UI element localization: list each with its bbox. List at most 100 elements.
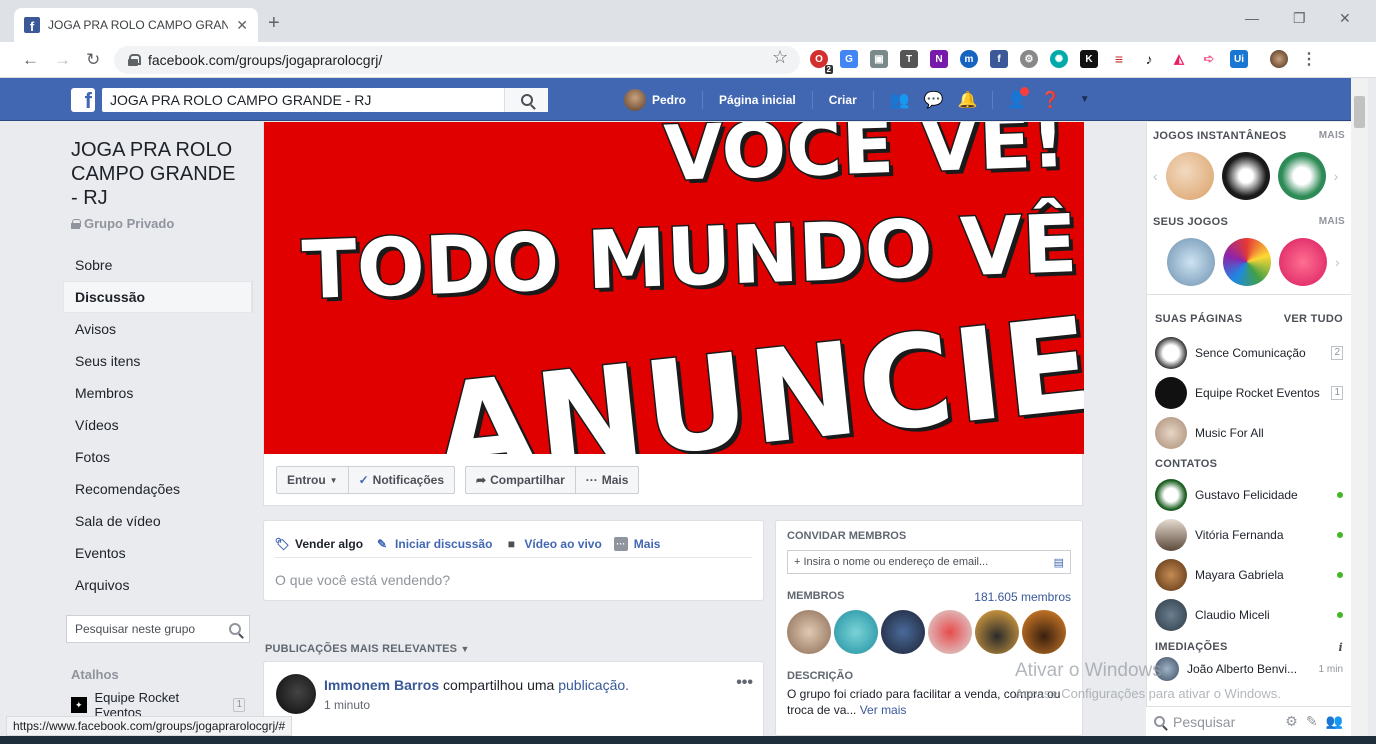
- onenote-icon[interactable]: N: [930, 50, 948, 68]
- extension-icon[interactable]: ≡: [1110, 50, 1128, 68]
- menu-item-discussao[interactable]: Discussão: [63, 281, 253, 313]
- search-button[interactable]: [504, 88, 548, 112]
- contact-list-icon[interactable]: ▤: [1054, 556, 1064, 569]
- menu-item-sala-de-video[interactable]: Sala de vídeo: [63, 505, 253, 537]
- new-tab-button[interactable]: +: [268, 12, 280, 35]
- menu-item-videos[interactable]: Vídeos: [63, 409, 253, 441]
- menu-item-arquivos[interactable]: Arquivos: [63, 569, 253, 601]
- extension-icon[interactable]: ◭: [1170, 50, 1188, 68]
- tab-sell-something[interactable]: 🏷 Vender algo: [274, 530, 363, 558]
- menu-item-membros[interactable]: Membros: [63, 377, 253, 409]
- tab-close-icon[interactable]: ✕: [236, 17, 248, 34]
- quick-help-icon[interactable]: 👤: [1007, 86, 1029, 110]
- extension-icon[interactable]: T: [900, 50, 918, 68]
- post-author[interactable]: Immonem Barros: [324, 677, 439, 693]
- post-options-icon[interactable]: •••: [736, 674, 753, 692]
- extension-icon[interactable]: ▣: [870, 50, 888, 68]
- tab-start-discussion[interactable]: ✎ Iniciar discussão: [375, 530, 492, 558]
- group-search-input[interactable]: Pesquisar neste grupo: [66, 615, 250, 643]
- post-link[interactable]: publicação.: [558, 677, 629, 693]
- maximize-button[interactable]: ❐: [1293, 10, 1306, 27]
- forward-arrow-icon[interactable]: →: [54, 50, 71, 70]
- info-icon[interactable]: i: [1339, 641, 1343, 654]
- game-icon[interactable]: [1279, 238, 1327, 286]
- compose-icon[interactable]: ✎: [1306, 713, 1318, 730]
- contact-item[interactable]: Gustavo Felicidade: [1147, 475, 1351, 515]
- share-button[interactable]: ➦ Compartilhar: [466, 467, 575, 493]
- reload-icon[interactable]: ↻: [86, 50, 100, 70]
- extension-icon[interactable]: ➪: [1200, 50, 1218, 68]
- extension-icon[interactable]: ✺: [1050, 50, 1068, 68]
- see-more-link[interactable]: Ver mais: [860, 703, 907, 717]
- member-avatar[interactable]: [975, 610, 1019, 654]
- profile-avatar[interactable]: [1270, 50, 1288, 68]
- member-avatar[interactable]: [881, 610, 925, 654]
- extension-icon[interactable]: K: [1080, 50, 1098, 68]
- feed-sort-header[interactable]: PUBLICAÇÕES MAIS RELEVANTES ▼: [265, 643, 470, 655]
- minimize-button[interactable]: —: [1245, 10, 1259, 26]
- browser-tab[interactable]: f JOGA PRA ROLO CAMPO GRANDE ✕: [14, 8, 258, 42]
- translate-icon[interactable]: G: [840, 50, 858, 68]
- scrollbar-thumb[interactable]: [1354, 96, 1365, 128]
- member-avatar[interactable]: [928, 610, 972, 654]
- friend-requests-icon[interactable]: 👥: [890, 90, 910, 110]
- messenger-icon[interactable]: 💬: [924, 90, 944, 110]
- post-time[interactable]: 1 minuto: [324, 698, 370, 712]
- tab-more[interactable]: ··· Mais: [613, 530, 660, 558]
- address-url[interactable]: facebook.com/groups/jogaprarolocgrj/: [148, 52, 382, 68]
- menu-item-fotos[interactable]: Fotos: [63, 441, 253, 473]
- group-chat-icon[interactable]: 👥: [1326, 713, 1343, 730]
- tab-live-video[interactable]: ■ Vídeo ao vivo: [504, 530, 602, 558]
- see-all-link[interactable]: VER TUDO: [1284, 313, 1343, 325]
- gear-icon[interactable]: ⚙: [1020, 50, 1038, 68]
- extension-icon[interactable]: ♪: [1140, 50, 1158, 68]
- notifications-button[interactable]: ✓ Notificações: [347, 467, 454, 493]
- menu-item-avisos[interactable]: Avisos: [63, 313, 253, 345]
- members-count-link[interactable]: 181.605 membros: [974, 590, 1071, 604]
- member-avatar[interactable]: [834, 610, 878, 654]
- profile-link[interactable]: Pedro: [624, 88, 686, 111]
- chat-search[interactable]: Pesquisar ⚙ ✎ 👥: [1146, 706, 1351, 736]
- chevron-right-icon[interactable]: ›: [1335, 254, 1340, 270]
- back-arrow-icon[interactable]: ←: [22, 50, 39, 70]
- group-title[interactable]: JOGA PRA ROLO CAMPO GRANDE - RJ: [63, 122, 253, 210]
- chevron-right-icon[interactable]: ›: [1334, 168, 1339, 184]
- extension-icon[interactable]: m: [960, 50, 978, 68]
- contact-item[interactable]: Claudio Miceli: [1147, 595, 1351, 635]
- create-link[interactable]: Criar: [829, 93, 857, 107]
- cover-photo[interactable]: VOCÊ VÊ! TODO MUNDO VÊ! ANUNCIE: [264, 122, 1084, 454]
- page-item[interactable]: Equipe Rocket Eventos 1: [1147, 373, 1351, 413]
- bookmark-star-icon[interactable]: ☆: [772, 47, 788, 68]
- member-avatar[interactable]: [1022, 610, 1066, 654]
- close-window-button[interactable]: ✕: [1339, 10, 1351, 27]
- invite-input[interactable]: + Insira o nome ou endereço de email... …: [787, 550, 1071, 574]
- menu-item-seus-itens[interactable]: Seus itens: [63, 345, 253, 377]
- game-icon[interactable]: [1167, 238, 1215, 286]
- composer-input[interactable]: O que você está vendendo?: [264, 558, 763, 602]
- game-icon[interactable]: [1223, 238, 1271, 286]
- notifications-bell-icon[interactable]: 🔔: [958, 90, 978, 110]
- address-bar[interactable]: facebook.com/groups/jogaprarolocgrj/: [114, 46, 800, 74]
- page-item[interactable]: Sence Comunicação 2: [1147, 333, 1351, 373]
- avatar[interactable]: [276, 674, 316, 714]
- page-item[interactable]: Music For All: [1147, 413, 1351, 453]
- facebook-icon[interactable]: f: [990, 50, 1008, 68]
- extension-icon[interactable]: O2: [810, 50, 833, 74]
- extension-icon[interactable]: Ui: [1230, 50, 1248, 68]
- search-input[interactable]: [102, 89, 504, 111]
- menu-item-recomendacoes[interactable]: Recomendações: [63, 473, 253, 505]
- chevron-left-icon[interactable]: ‹: [1153, 168, 1158, 184]
- joined-button[interactable]: Entrou ▼: [277, 467, 348, 493]
- page-scrollbar[interactable]: [1351, 78, 1368, 736]
- contact-item[interactable]: Mayara Gabriela: [1147, 555, 1351, 595]
- browser-menu-icon[interactable]: ⋮: [1300, 50, 1318, 68]
- game-icon[interactable]: [1165, 152, 1214, 200]
- instant-games-more[interactable]: MAIS: [1319, 130, 1345, 142]
- more-button[interactable]: ··· Mais: [574, 467, 639, 493]
- menu-item-sobre[interactable]: Sobre: [63, 249, 253, 281]
- help-icon[interactable]: ❓: [1041, 90, 1061, 110]
- facebook-logo-icon[interactable]: f: [71, 88, 95, 112]
- home-link[interactable]: Página inicial: [719, 93, 796, 107]
- gear-icon[interactable]: ⚙: [1285, 713, 1298, 730]
- menu-item-eventos[interactable]: Eventos: [63, 537, 253, 569]
